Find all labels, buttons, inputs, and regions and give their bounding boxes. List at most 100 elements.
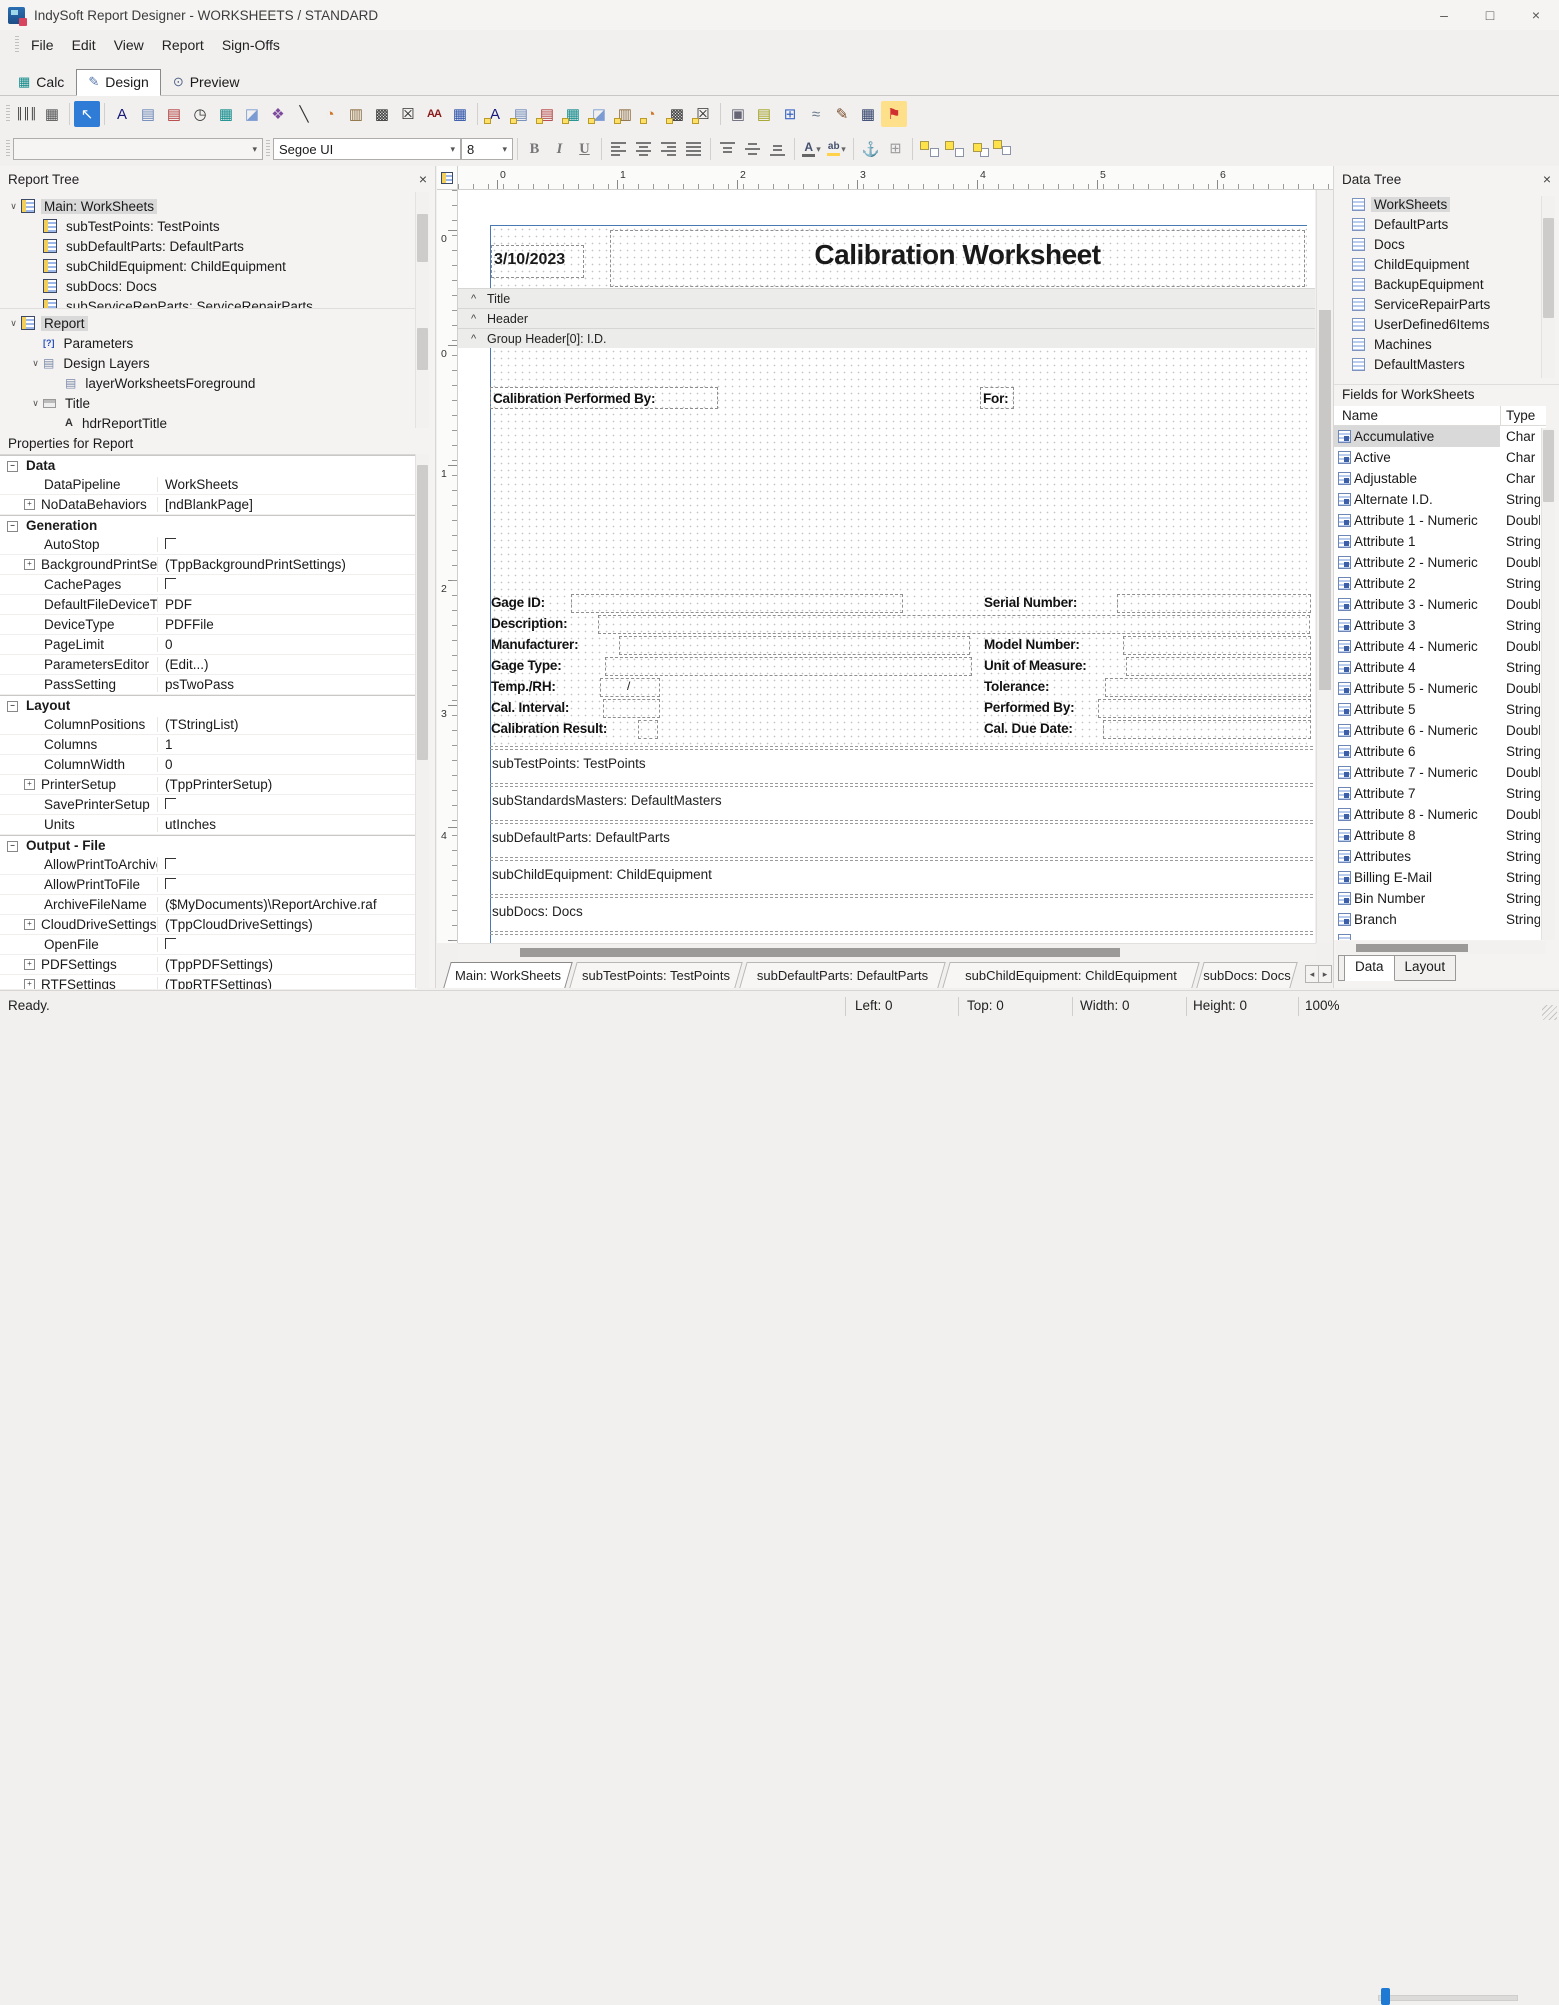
tree-item[interactable]: subDocs: Docs bbox=[0, 276, 417, 296]
data-tree-item[interactable]: Machines bbox=[1334, 334, 1539, 354]
property-value[interactable]: (TppBackgroundPrintSettings) bbox=[157, 557, 417, 572]
data-field-box[interactable] bbox=[1123, 636, 1311, 655]
property-row[interactable]: SavePrinterSetup bbox=[0, 795, 417, 815]
collapse-icon[interactable]: − bbox=[7, 521, 18, 532]
fields-horizontal-scrollbar[interactable] bbox=[1336, 941, 1546, 954]
maximize-button[interactable]: □ bbox=[1467, 0, 1513, 30]
bold-button[interactable]: B bbox=[522, 137, 547, 161]
property-value[interactable]: (TppPDFSettings) bbox=[157, 957, 417, 972]
tab-preview[interactable]: ⊙Preview bbox=[161, 69, 252, 96]
tree-item[interactable]: [?]Parameters bbox=[0, 333, 417, 353]
name-column-header[interactable]: Name bbox=[1342, 408, 1378, 423]
property-row[interactable]: +BackgroundPrintSettin(TppBackgroundPrin… bbox=[0, 555, 417, 575]
data-tree-item[interactable]: DefaultParts bbox=[1334, 214, 1539, 234]
dbchart-tool-icon[interactable]: ◔ bbox=[638, 101, 664, 127]
property-group-layout[interactable]: −Layout bbox=[0, 695, 417, 715]
border-button[interactable]: ⊞ bbox=[883, 137, 908, 161]
expand-icon[interactable]: + bbox=[24, 559, 35, 570]
tab-scroll-right-icon[interactable]: ▸ bbox=[1318, 965, 1332, 983]
canvas-vertical-scrollbar[interactable] bbox=[1316, 190, 1333, 943]
calc-tool-icon[interactable]: ▦ bbox=[213, 101, 239, 127]
property-value[interactable] bbox=[157, 877, 417, 892]
expander-icon[interactable]: ∨ bbox=[6, 318, 21, 329]
property-value[interactable] bbox=[157, 937, 417, 952]
expand-icon[interactable]: + bbox=[24, 979, 35, 989]
barcode-tool-icon[interactable]: ║║║ bbox=[13, 101, 39, 127]
align-left-button[interactable] bbox=[606, 137, 631, 161]
font-size-combo[interactable]: 8 ▾ bbox=[461, 138, 513, 160]
data-field-box[interactable]: / bbox=[600, 678, 660, 697]
type-column-header[interactable]: Type bbox=[1506, 408, 1535, 423]
data-tree-item[interactable]: ChildEquipment bbox=[1334, 254, 1539, 274]
data-field-box[interactable] bbox=[1098, 699, 1311, 718]
subreport-band[interactable]: subTestPoints: TestPoints bbox=[490, 746, 1313, 783]
property-row[interactable]: ColumnWidth0 bbox=[0, 755, 417, 775]
property-row[interactable]: +RTFSettings(TppRTFSettings) bbox=[0, 975, 417, 989]
menu-file[interactable]: File bbox=[22, 37, 63, 53]
collapse-icon[interactable]: − bbox=[7, 461, 18, 472]
data-field-box[interactable] bbox=[598, 615, 1310, 634]
send-to-back-button[interactable] bbox=[942, 139, 967, 159]
collapse-caret-icon[interactable]: ^ bbox=[471, 333, 487, 345]
tree-item[interactable]: subDefaultParts: DefaultParts bbox=[0, 236, 417, 256]
table-tool-icon[interactable]: ▦ bbox=[447, 101, 473, 127]
tree-item[interactable]: ∨Report bbox=[0, 313, 417, 333]
tab-calc[interactable]: ▦Calc bbox=[6, 69, 76, 96]
data-field-box[interactable] bbox=[619, 636, 970, 655]
property-value[interactable]: (TppPrinterSetup) bbox=[157, 777, 417, 792]
toolbar-grip[interactable] bbox=[6, 105, 10, 123]
report-page[interactable]: 3/10/2023Calibration Worksheet^Title^Hea… bbox=[458, 190, 1315, 943]
valign-bottom-button[interactable] bbox=[765, 137, 790, 161]
grid-tool-icon[interactable]: ▦ bbox=[855, 101, 881, 127]
canvas-horizontal-scrollbar[interactable] bbox=[458, 943, 1316, 962]
stylebrush-tool-icon[interactable]: ✎ bbox=[829, 101, 855, 127]
richtext-tool-icon[interactable]: ▤ bbox=[161, 101, 187, 127]
property-value[interactable]: PDF bbox=[157, 597, 417, 612]
property-value[interactable]: (TppCloudDriveSettings) bbox=[157, 917, 417, 932]
container-tool-icon[interactable]: ▥ bbox=[343, 101, 369, 127]
field-row[interactable]: Attribute 8String bbox=[1334, 825, 1546, 846]
close-icon[interactable]: × bbox=[1543, 171, 1551, 187]
align-justify-button[interactable] bbox=[681, 137, 706, 161]
expander-icon[interactable]: ∨ bbox=[6, 201, 21, 212]
field-row[interactable] bbox=[1334, 930, 1546, 940]
fontsize-tool-icon[interactable]: AA bbox=[421, 101, 447, 127]
dbbarcode-tool-icon[interactable]: ▥ bbox=[612, 101, 638, 127]
font-color-button[interactable]: A ▾ bbox=[799, 137, 824, 161]
data-tree-item[interactable]: UserDefined6Items bbox=[1334, 314, 1539, 334]
collapse-icon[interactable]: − bbox=[7, 701, 18, 712]
field-row[interactable]: Billing E-MailString bbox=[1334, 867, 1546, 888]
band-divider-1[interactable]: ^Header bbox=[458, 308, 1315, 328]
data-field-box[interactable] bbox=[603, 699, 660, 718]
valign-middle-button[interactable] bbox=[740, 137, 765, 161]
toolbar-grip[interactable] bbox=[266, 140, 270, 158]
field-row[interactable]: BranchString bbox=[1334, 909, 1546, 930]
tree-item[interactable]: ∨Main: WorkSheets bbox=[0, 196, 417, 216]
checkbox-unchecked-icon[interactable] bbox=[165, 798, 176, 809]
zoom-slider-thumb[interactable] bbox=[1381, 1988, 1390, 2005]
bring-to-front-button[interactable] bbox=[917, 139, 942, 159]
tree-item[interactable]: ∨Title bbox=[0, 393, 417, 413]
page-tab-3[interactable]: subChildEquipment: ChildEquipment bbox=[944, 962, 1198, 988]
expand-icon[interactable]: + bbox=[24, 779, 35, 790]
property-row[interactable]: +PDFSettings(TppPDFSettings) bbox=[0, 955, 417, 975]
property-row[interactable]: +CloudDriveSettings(TppCloudDriveSetting… bbox=[0, 915, 417, 935]
property-value[interactable]: (TStringList) bbox=[157, 717, 417, 732]
properties-scrollbar[interactable] bbox=[415, 454, 429, 988]
field-row[interactable]: Alternate I.D.String bbox=[1334, 489, 1546, 510]
field-row[interactable]: Attribute 8 - NumericDouble bbox=[1334, 804, 1546, 825]
field-row[interactable]: Attribute 3String bbox=[1334, 615, 1546, 636]
field-row[interactable]: Attribute 5String bbox=[1334, 699, 1546, 720]
property-row[interactable]: DataPipelineWorkSheets bbox=[0, 475, 417, 495]
property-row[interactable]: DefaultFileDeviceTypePDF bbox=[0, 595, 417, 615]
subreport-band[interactable]: subDocs: Docs bbox=[490, 894, 1313, 931]
subreport-band[interactable]: subChildEquipment: ChildEquipment bbox=[490, 857, 1313, 894]
property-row[interactable]: ColumnPositions(TStringList) bbox=[0, 715, 417, 735]
pagebreak-tool-icon[interactable]: ≈ bbox=[803, 101, 829, 127]
expand-icon[interactable]: + bbox=[24, 959, 35, 970]
menu-grip[interactable] bbox=[15, 36, 19, 54]
checkbox-unchecked-icon[interactable] bbox=[165, 578, 176, 589]
field-row[interactable]: Attribute 1String bbox=[1334, 531, 1546, 552]
label-tool-icon[interactable]: A bbox=[109, 101, 135, 127]
dbrichtext-tool-icon[interactable]: ▤ bbox=[534, 101, 560, 127]
